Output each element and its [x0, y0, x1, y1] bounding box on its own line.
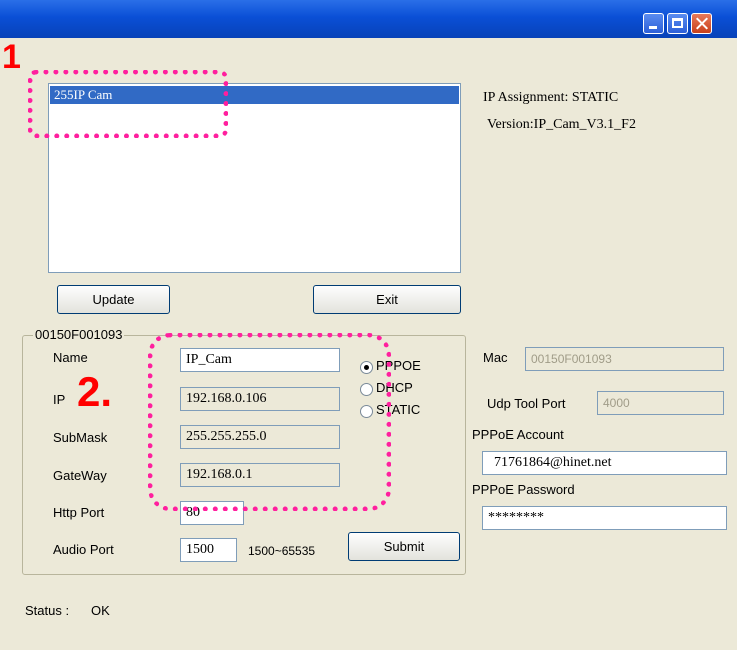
- udp-tool-port-label: Udp Tool Port: [487, 396, 566, 411]
- mac-label: Mac: [483, 350, 508, 365]
- ip-assignment-text: IP Assignment: STATIC: [483, 90, 619, 105]
- maximize-icon[interactable]: [667, 13, 688, 34]
- audio-port-range-text: 1500~65535: [248, 544, 316, 558]
- pppoe-password-label: PPPoE Password: [472, 482, 575, 497]
- audio-port-input[interactable]: 1500: [180, 538, 237, 562]
- audio-port-label: Audio Port: [53, 542, 114, 557]
- submit-button[interactable]: Submit: [348, 532, 460, 561]
- pppoe-account-input[interactable]: 71761864@hinet.net: [482, 451, 727, 475]
- status-value: OK: [91, 603, 110, 618]
- ip-label: IP: [53, 392, 66, 407]
- gateway-label: GateWay: [53, 468, 107, 483]
- group-title: 00150F001093: [33, 327, 125, 342]
- update-button[interactable]: Update: [57, 285, 170, 314]
- status-label: Status :: [25, 603, 70, 618]
- minimize-icon[interactable]: [643, 13, 664, 34]
- title-bar: [0, 0, 737, 38]
- submask-label: SubMask: [53, 430, 108, 445]
- step-2-highlight: [148, 333, 391, 511]
- pppoe-account-label: PPPoE Account: [472, 427, 564, 442]
- name-label: Name: [53, 350, 88, 365]
- close-icon[interactable]: [691, 13, 712, 34]
- exit-button[interactable]: Exit: [313, 285, 461, 314]
- version-text: Version:IP_Cam_V3.1_F2: [487, 117, 636, 132]
- step-2-marker: 2.: [77, 368, 113, 415]
- step-1-highlight: [28, 70, 228, 138]
- pppoe-password-input[interactable]: ********: [482, 506, 727, 530]
- mac-input: 00150F001093: [525, 347, 724, 371]
- http-port-label: Http Port: [53, 505, 105, 520]
- step-1-marker: 1: [2, 38, 21, 76]
- udp-tool-port-input: 4000: [597, 391, 724, 415]
